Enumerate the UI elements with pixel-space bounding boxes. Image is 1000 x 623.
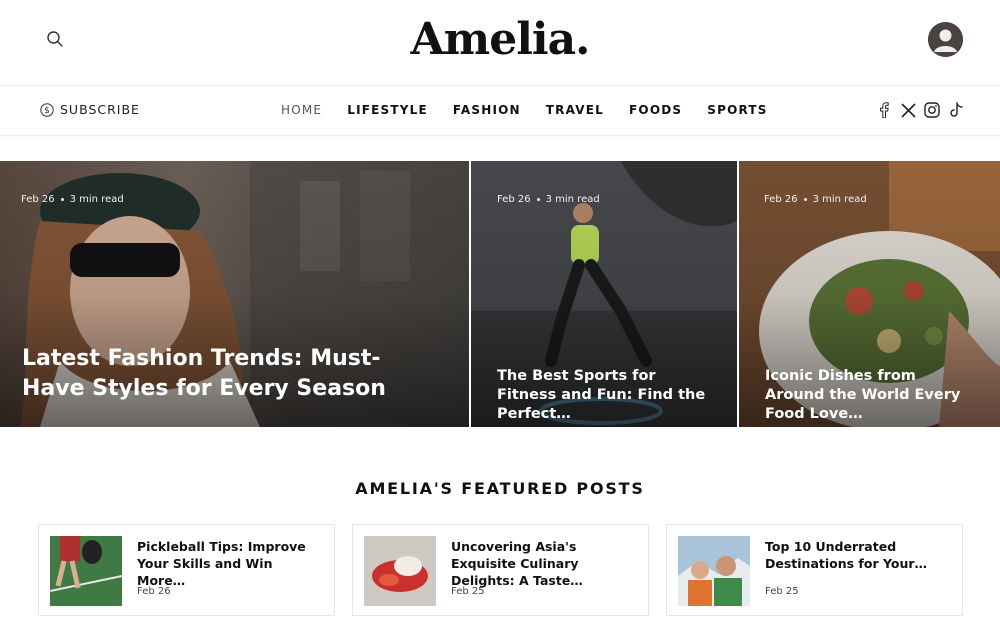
instagram-link[interactable] bbox=[924, 101, 940, 119]
main-navigation: $ SUBSCRIBE HOME LIFESTYLE FASHION TRAVE… bbox=[0, 86, 1000, 136]
meta-separator bbox=[803, 198, 807, 201]
subscribe-link[interactable]: $ SUBSCRIBE bbox=[40, 102, 140, 117]
post-title[interactable]: Uncovering Asia's Exquisite Culinary Del… bbox=[451, 538, 636, 589]
hero-card-sports[interactable]: Feb 26 3 min read The Best Sports for Fi… bbox=[471, 161, 737, 427]
hero-title[interactable]: The Best Sports for Fitness and Fun: Fin… bbox=[497, 367, 712, 424]
site-logo[interactable]: Amelia. bbox=[0, 14, 1000, 65]
nav-link-travel[interactable]: TRAVEL bbox=[546, 103, 604, 117]
nav-link-lifestyle[interactable]: LIFESTYLE bbox=[347, 103, 428, 117]
nav-link-fashion[interactable]: FASHION bbox=[453, 103, 521, 117]
hero-title[interactable]: Latest Fashion Trends: Must-Have Styles … bbox=[22, 344, 442, 404]
post-thumbnail bbox=[50, 536, 122, 606]
post-date: Feb 25 bbox=[451, 586, 485, 597]
post-date: Feb 26 bbox=[21, 194, 55, 205]
featured-heading: AMELIA'S FEATURED POSTS bbox=[355, 479, 645, 498]
meta-separator bbox=[536, 198, 540, 201]
hero-meta: Feb 26 3 min read bbox=[764, 194, 867, 205]
hero-section: Feb 26 3 min read Latest Fashion Trends:… bbox=[0, 161, 1000, 427]
x-icon bbox=[900, 102, 916, 118]
read-time: 3 min read bbox=[812, 194, 867, 205]
dollar-circle-icon: $ bbox=[40, 102, 54, 117]
user-avatar-icon bbox=[928, 22, 963, 57]
featured-post-card[interactable]: Uncovering Asia's Exquisite Culinary Del… bbox=[352, 524, 649, 616]
nav-links: HOME LIFESTYLE FASHION TRAVEL FOODS SPOR… bbox=[281, 103, 793, 117]
hero-title[interactable]: Iconic Dishes from Around the World Ever… bbox=[765, 367, 980, 424]
post-thumbnail bbox=[678, 536, 750, 606]
hero-meta: Feb 26 3 min read bbox=[21, 194, 124, 205]
post-date: Feb 26 bbox=[137, 586, 171, 597]
tiktok-icon bbox=[950, 102, 963, 117]
post-date: Feb 26 bbox=[497, 194, 531, 205]
account-button[interactable] bbox=[928, 22, 963, 57]
hero-card-fashion[interactable]: Feb 26 3 min read Latest Fashion Trends:… bbox=[0, 161, 469, 427]
facebook-icon bbox=[880, 102, 889, 118]
site-header: Amelia. bbox=[0, 0, 1000, 86]
nav-link-foods[interactable]: FOODS bbox=[629, 103, 682, 117]
post-thumbnail bbox=[364, 536, 436, 606]
nav-link-sports[interactable]: SPORTS bbox=[707, 103, 767, 117]
post-title[interactable]: Top 10 Underrated Destinations for Your… bbox=[765, 538, 950, 572]
subscribe-label: SUBSCRIBE bbox=[60, 102, 140, 117]
svg-text:$: $ bbox=[44, 106, 50, 116]
post-date: Feb 25 bbox=[765, 586, 799, 597]
facebook-link[interactable] bbox=[876, 101, 892, 119]
meta-separator bbox=[60, 198, 64, 201]
nav-link-home[interactable]: HOME bbox=[281, 103, 322, 117]
post-date: Feb 26 bbox=[764, 194, 798, 205]
hero-meta: Feb 26 3 min read bbox=[497, 194, 600, 205]
featured-post-card[interactable]: Top 10 Underrated Destinations for Your…… bbox=[666, 524, 963, 616]
read-time: 3 min read bbox=[545, 194, 600, 205]
hero-card-foods[interactable]: Feb 26 3 min read Iconic Dishes from Aro… bbox=[739, 161, 1000, 427]
tiktok-link[interactable] bbox=[948, 101, 964, 119]
post-title[interactable]: Pickleball Tips: Improve Your Skills and… bbox=[137, 538, 322, 589]
read-time: 3 min read bbox=[69, 194, 124, 205]
instagram-icon bbox=[924, 102, 940, 118]
x-link[interactable] bbox=[900, 101, 916, 119]
featured-post-card[interactable]: Pickleball Tips: Improve Your Skills and… bbox=[38, 524, 335, 616]
social-links bbox=[876, 101, 964, 119]
